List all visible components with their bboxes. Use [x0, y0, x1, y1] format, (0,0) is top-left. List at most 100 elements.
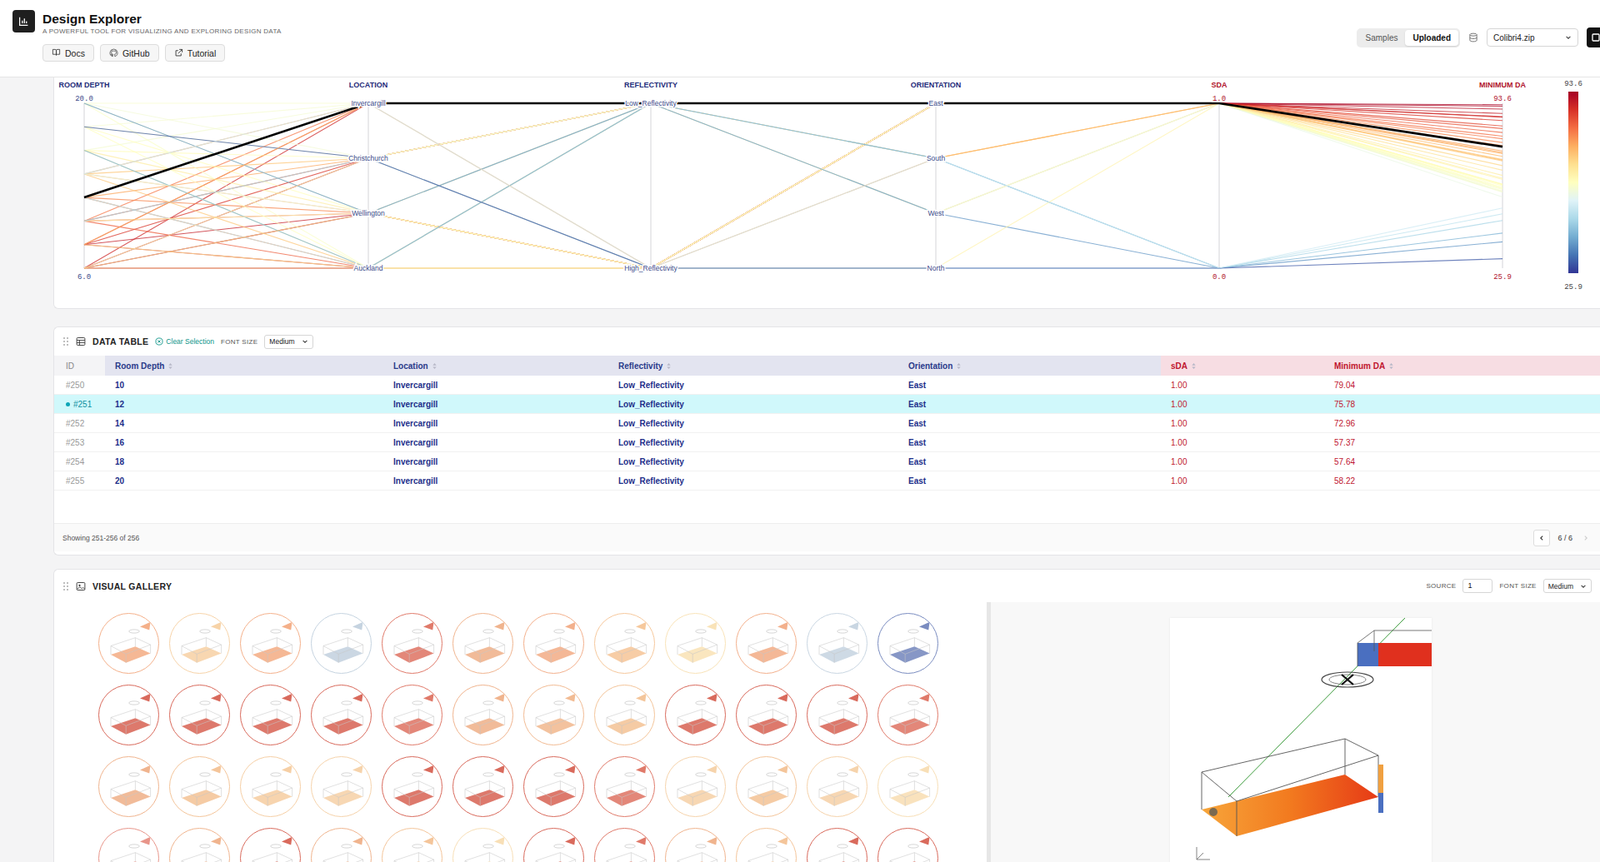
chart-line[interactable]	[84, 103, 1503, 269]
table-row[interactable]: #25112InvercargillLow_ReflectivityEast1.…	[54, 395, 1600, 415]
gallery-thumbnail[interactable]	[169, 613, 230, 675]
chart-line[interactable]	[84, 103, 1503, 269]
gallery-thumbnail[interactable]	[240, 613, 301, 675]
gallery-thumbnail[interactable]	[665, 756, 726, 818]
gallery-thumbnail[interactable]	[806, 685, 868, 746]
column-header[interactable]: Location	[383, 355, 609, 376]
gallery-thumbnail[interactable]	[523, 828, 585, 862]
gallery-thumbnail[interactable]	[735, 828, 797, 862]
gallery-thumbnail[interactable]	[523, 685, 585, 746]
next-page-button[interactable]	[1580, 535, 1592, 542]
chart-line[interactable]	[84, 103, 1503, 269]
gallery-thumbnail[interactable]	[594, 685, 655, 746]
chart-line[interactable]	[84, 103, 1503, 269]
chart-line[interactable]	[84, 103, 1503, 269]
gallery-thumbnail[interactable]	[240, 685, 301, 746]
gallery-thumbnail[interactable]	[452, 828, 514, 862]
gallery-thumbnail[interactable]	[877, 685, 939, 746]
chart-line[interactable]	[84, 103, 1503, 269]
gallery-thumbnail[interactable]	[806, 828, 868, 862]
source-tab[interactable]: Samples	[1358, 30, 1406, 46]
table-row[interactable]: #25214InvercargillLow_ReflectivityEast1.…	[54, 414, 1600, 434]
column-header[interactable]: ID	[54, 355, 105, 376]
chart-line[interactable]	[84, 103, 1503, 198]
gallery-thumbnail[interactable]	[381, 685, 443, 746]
clear-selection-button[interactable]: Clear Selection	[155, 337, 215, 346]
chart-line[interactable]	[84, 103, 1503, 269]
link-button[interactable]: Docs	[42, 44, 95, 62]
table-row[interactable]: #25520InvercargillLow_ReflectivityEast1.…	[54, 471, 1600, 491]
gallery-thumbnail[interactable]	[169, 685, 230, 746]
gallery-thumbnail[interactable]	[877, 613, 939, 675]
gallery-thumbnail[interactable]	[240, 828, 301, 862]
chart-line[interactable]	[84, 103, 1503, 269]
chart-line[interactable]	[84, 103, 1503, 269]
gallery-thumbnail[interactable]	[169, 828, 230, 862]
gallery-thumbnail[interactable]	[381, 613, 443, 675]
prev-page-button[interactable]	[1533, 530, 1550, 547]
gallery-thumbnail[interactable]	[665, 613, 726, 675]
gallery-thumbnail[interactable]	[98, 828, 160, 862]
gallery-thumbnail[interactable]	[877, 756, 939, 818]
column-header[interactable]: Minimum DA	[1324, 355, 1600, 376]
gallery-thumbnail[interactable]	[665, 828, 726, 862]
table-row[interactable]: #25418InvercargillLow_ReflectivityEast1.…	[54, 452, 1600, 472]
chart-line[interactable]	[84, 103, 1503, 269]
link-button[interactable]: GitHub	[100, 44, 160, 62]
gallery-thumbnail[interactable]	[381, 828, 443, 862]
dataset-select[interactable]: Colibri4.zip	[1486, 28, 1579, 47]
gallery-thumbnail[interactable]	[452, 756, 514, 818]
parallel-coordinates-chart[interactable]: ROOM DEPTH20.06.0LOCATIONInvercargillChr…	[54, 77, 1600, 309]
gallery-thumbnail[interactable]	[169, 756, 230, 818]
chart-line[interactable]	[84, 103, 1503, 269]
gallery-thumbnail[interactable]	[594, 756, 655, 818]
link-button[interactable]: Tutorial	[165, 44, 226, 62]
gallery-thumbnail[interactable]	[594, 613, 655, 675]
gallery-thumbnail[interactable]	[665, 685, 726, 746]
gallery-thumbnail[interactable]	[310, 613, 372, 675]
gallery-thumbnail[interactable]	[381, 756, 443, 818]
gallery-thumbnail[interactable]	[98, 756, 160, 818]
column-header[interactable]: Reflectivity	[608, 355, 899, 376]
gallery-thumbnail[interactable]	[594, 828, 655, 862]
gallery-thumbnail[interactable]	[98, 685, 160, 746]
column-header[interactable]: Orientation	[898, 355, 1161, 376]
chart-line[interactable]	[84, 103, 1503, 269]
table-row[interactable]: #25316InvercargillLow_ReflectivityEast1.…	[54, 433, 1600, 453]
gallery-thumbnail[interactable]	[806, 756, 868, 818]
chart-line[interactable]	[84, 103, 1503, 269]
table-row[interactable]: #25010InvercargillLow_ReflectivityEast1.…	[54, 375, 1600, 395]
chart-line[interactable]	[84, 103, 1503, 269]
gallery-thumbnail[interactable]	[240, 756, 301, 818]
chart-line[interactable]	[84, 103, 1503, 269]
source-input[interactable]: 1	[1462, 579, 1493, 594]
chart-line[interactable]	[84, 103, 1503, 269]
gallery-thumbnail[interactable]	[806, 613, 868, 675]
gallery-thumbnail[interactable]	[523, 756, 585, 818]
action-button[interactable]	[1586, 27, 1600, 48]
chart-line[interactable]	[84, 103, 1503, 269]
font-size-select[interactable]: Medium	[1543, 579, 1592, 594]
column-header[interactable]: Room Depth	[105, 355, 384, 376]
chart-line[interactable]	[84, 103, 1503, 269]
gallery-thumbnail[interactable]	[523, 613, 585, 675]
font-size-select[interactable]: Medium	[264, 335, 313, 350]
chart-line[interactable]	[84, 103, 1503, 269]
chart-line[interactable]	[84, 103, 1503, 269]
gallery-thumbnail[interactable]	[452, 685, 514, 746]
gallery-thumbnail[interactable]	[98, 613, 160, 675]
gallery-thumbnail[interactable]	[310, 828, 372, 862]
gallery-thumbnail[interactable]	[735, 685, 797, 746]
gallery-thumbnail[interactable]	[735, 756, 797, 818]
gallery-thumbnail[interactable]	[877, 828, 939, 862]
chart-line[interactable]	[84, 103, 1503, 269]
gallery-thumbnail[interactable]	[452, 613, 514, 675]
chart-line[interactable]	[84, 103, 1503, 269]
gallery-thumbnail[interactable]	[735, 613, 797, 675]
chart-line[interactable]	[84, 103, 1503, 269]
chart-line[interactable]	[84, 103, 1503, 269]
chart-line[interactable]	[84, 103, 1503, 269]
chart-line[interactable]	[84, 103, 1503, 269]
gallery-thumbnail[interactable]	[310, 685, 372, 746]
column-header[interactable]: sDA	[1160, 355, 1325, 376]
